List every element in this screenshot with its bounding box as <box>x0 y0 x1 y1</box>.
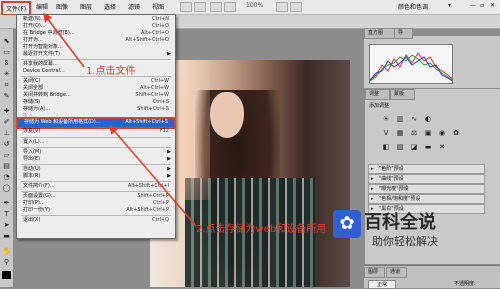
annotation-step1: 1.点击文件 <box>86 66 136 77</box>
watermark-subtitle: 助你轻松解决 <box>372 235 438 248</box>
paw-icon: ✿ <box>339 213 355 234</box>
annotation-step2: 2.点击存储为web和设备所用 <box>196 224 327 235</box>
watermark-title: 百科全说 <box>364 212 436 233</box>
arrow-to-file-menu <box>43 12 85 68</box>
arrow-to-save-for-web <box>109 124 197 227</box>
